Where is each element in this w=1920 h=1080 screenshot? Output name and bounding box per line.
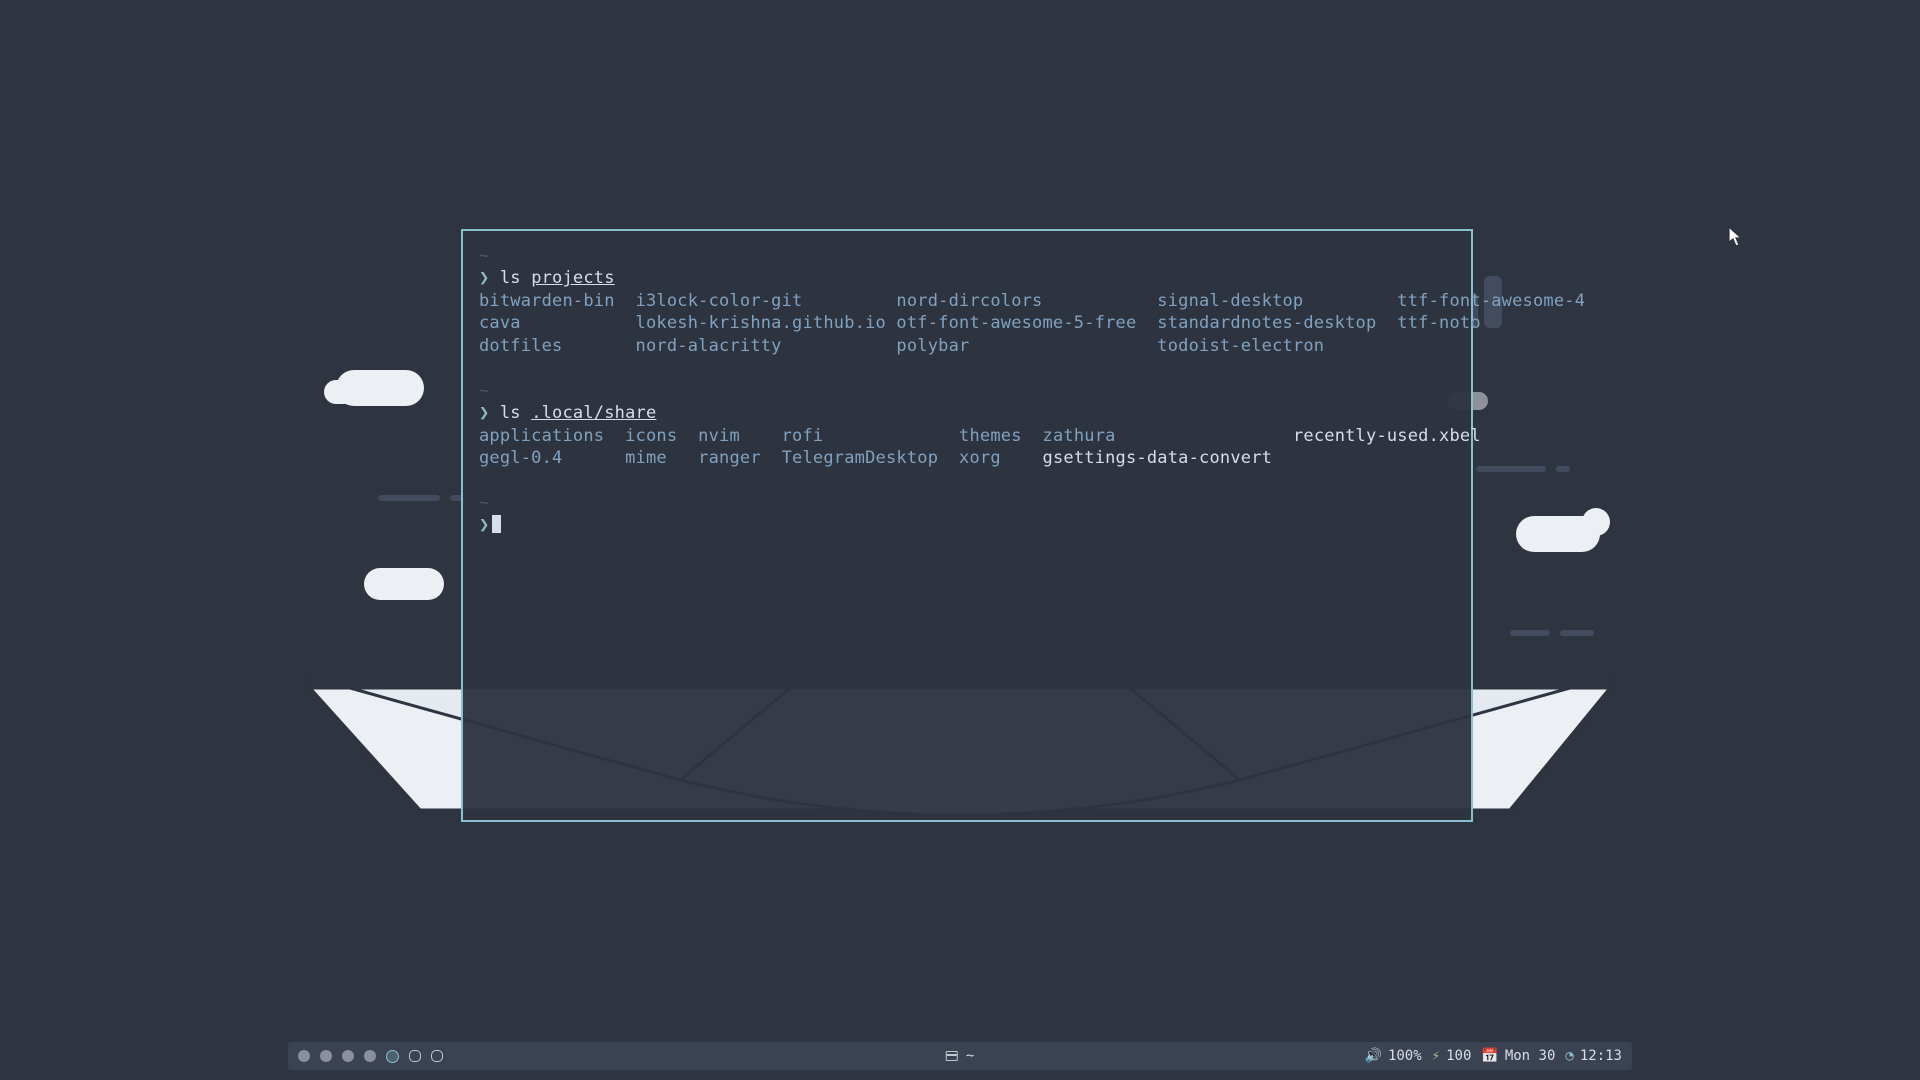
cloud-decoration <box>336 370 424 406</box>
active-window-title: ~ <box>966 1048 974 1064</box>
prompt-symbol: ❯ <box>479 515 489 535</box>
ls-entry: applications <box>479 426 625 446</box>
ls-entry: nord-alacritty <box>636 336 897 356</box>
decorative-line <box>1556 466 1570 472</box>
ls-entry: recently-used.xbel <box>1293 426 1481 446</box>
ls-entry: gegl-0.4 <box>479 448 625 468</box>
ls-entry: signal-desktop <box>1157 291 1397 311</box>
ls-entry: zathura <box>1043 426 1293 446</box>
ls-entry: mime <box>625 448 698 468</box>
bar-left <box>298 1050 443 1063</box>
ls-entry: cava <box>479 313 636 333</box>
decorative-line <box>1476 466 1546 472</box>
window-icon <box>946 1051 958 1061</box>
cursor <box>492 515 501 533</box>
prompt-symbol: ❯ <box>479 268 489 288</box>
workspace-7[interactable] <box>431 1050 443 1062</box>
decorative-line <box>378 495 440 501</box>
ls-entry: xorg <box>959 448 1042 468</box>
workspace-6[interactable] <box>409 1050 421 1062</box>
ls-entry: icons <box>625 426 698 446</box>
battery-value: 100 <box>1446 1048 1471 1064</box>
workspace-switcher <box>298 1050 443 1063</box>
ls-entry: standardnotes-desktop <box>1157 313 1397 333</box>
workspace-1[interactable] <box>298 1050 310 1062</box>
terminal-window[interactable]: ~❯ ls projectsbitwarden-bin i3lock-color… <box>461 229 1473 822</box>
ls-entry: bitwarden-bin <box>479 291 636 311</box>
volume-icon: 🔊 <box>1365 1048 1382 1064</box>
status-bar: ~ 🔊 100% ⚡ 100 📅 Mon 30 ◔ 12:13 <box>288 1042 1632 1070</box>
ls-entry: nord-dircolors <box>896 291 1157 311</box>
command: ls <box>500 268 521 288</box>
cloud-decoration <box>1516 516 1600 552</box>
ls-entry: dotfiles <box>479 336 636 356</box>
ls-entry: ttf-font-awesome-4 <box>1397 291 1585 311</box>
command-arg: projects <box>531 268 614 288</box>
command: ls <box>500 403 521 423</box>
ls-entry: otf-font-awesome-5-free <box>896 313 1157 333</box>
clock-icon: ◔ <box>1565 1048 1573 1064</box>
ls-entry: nvim <box>698 426 781 446</box>
command-arg: .local/share <box>531 403 656 423</box>
workspace-5[interactable] <box>386 1050 399 1063</box>
battery-widget: ⚡ 100 <box>1432 1048 1472 1064</box>
cloud-decoration <box>364 568 444 600</box>
date-value: Mon 30 <box>1505 1048 1556 1064</box>
date-widget[interactable]: 📅 Mon 30 <box>1481 1048 1555 1064</box>
ls-entry: ttf-noto <box>1397 313 1480 333</box>
mouse-cursor <box>1728 226 1744 253</box>
clock-value: 12:13 <box>1580 1048 1622 1064</box>
ls-entry: lokesh-krishna.github.io <box>636 313 897 333</box>
bar-center: ~ <box>946 1048 974 1064</box>
workspace-2[interactable] <box>320 1050 332 1062</box>
ls-entry: i3lock-color-git <box>636 291 897 311</box>
bar-right: 🔊 100% ⚡ 100 📅 Mon 30 ◔ 12:13 <box>1365 1048 1623 1064</box>
prompt-symbol: ❯ <box>479 403 489 423</box>
ls-entry: rofi <box>782 426 959 446</box>
prompt-cwd: ~ <box>479 245 1455 267</box>
ls-entry: TelegramDesktop <box>782 448 959 468</box>
ls-entry: polybar <box>896 336 1157 356</box>
battery-icon: ⚡ <box>1432 1048 1440 1064</box>
ls-entry: gsettings-data-convert <box>1043 448 1293 468</box>
ls-entry: ranger <box>698 448 781 468</box>
prompt-cwd: ~ <box>479 492 1455 514</box>
volume-widget[interactable]: 🔊 100% <box>1365 1048 1422 1064</box>
ls-entry: themes <box>959 426 1042 446</box>
volume-value: 100% <box>1388 1048 1422 1064</box>
calendar-icon: 📅 <box>1481 1048 1498 1064</box>
workspace-3[interactable] <box>342 1050 354 1062</box>
ls-entry: todoist-electron <box>1157 336 1397 356</box>
clock-widget[interactable]: ◔ 12:13 <box>1565 1048 1622 1064</box>
decorative-line <box>1510 630 1550 636</box>
decorative-line <box>1560 630 1594 636</box>
prompt-cwd: ~ <box>479 380 1455 402</box>
workspace-4[interactable] <box>364 1050 376 1062</box>
